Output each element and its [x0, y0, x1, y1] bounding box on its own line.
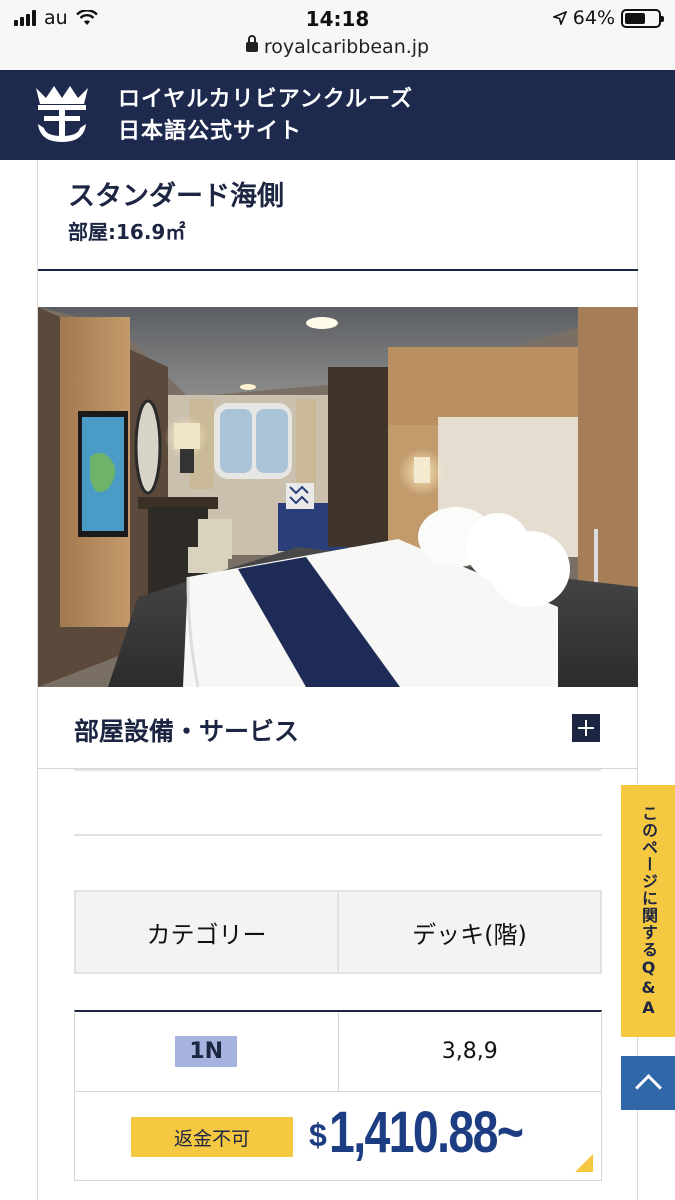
qa-side-tab[interactable]: このページに関するQ&A [621, 785, 675, 1037]
price-amount: 1,410.88~ [328, 1100, 524, 1165]
amenities-divider-shadow [74, 769, 601, 771]
price: $1,410.88~ [309, 1099, 570, 1166]
room-size: 部屋:16.9㎡ [68, 220, 186, 244]
url-bar[interactable]: royalcaribbean.jp [0, 34, 675, 58]
status-bar: au 14:18 64% royalcaribbean.jp [0, 0, 675, 70]
column-header-deck: デッキ(階) [337, 892, 600, 972]
amenities-heading[interactable]: 部屋設備・サービス [74, 712, 299, 748]
table-row: 1N 3,8,9 [74, 1010, 602, 1092]
column-header-category: カテゴリー [146, 920, 267, 949]
brand-name[interactable]: ロイヤルカリビアンクルーズ 日本語公式サイト [118, 84, 413, 148]
brand-line-2: 日本語公式サイト [118, 119, 303, 144]
site-header: ロイヤルカリビアンクルーズ 日本語公式サイト [0, 70, 675, 160]
price-currency: $ [309, 1117, 327, 1153]
title-divider [38, 269, 638, 271]
expand-plus-button[interactable] [572, 714, 600, 742]
stateroom-card: スタンダード海側 部屋:16.9㎡ 部屋設備・サービス カテゴリー デッキ(階)… [37, 160, 638, 1200]
section-divider [74, 834, 602, 836]
crown-anchor-logo[interactable] [30, 84, 94, 146]
url-text: royalcaribbean.jp [263, 36, 430, 58]
battery-icon [621, 8, 664, 28]
brand-line-1: ロイヤルカリビアンクルーズ [118, 87, 414, 112]
battery-fill [625, 12, 646, 24]
deck-cell: 3,8,9 [337, 1012, 602, 1091]
status-right: 64% [552, 7, 664, 29]
corner-triangle-icon [575, 1154, 593, 1172]
battery-percent: 64% [572, 7, 615, 29]
scroll-to-top-button[interactable] [621, 1056, 675, 1110]
stateroom-photo [38, 307, 638, 687]
category-badge: 1N [175, 1036, 238, 1067]
price-row[interactable]: 返金不可 $1,410.88~ [74, 1091, 602, 1181]
nonrefundable-badge: 返金不可 [131, 1117, 293, 1157]
lock-icon [245, 34, 258, 52]
spec-table-header: カテゴリー デッキ(階) [74, 890, 602, 974]
category-cell: 1N [75, 1012, 338, 1091]
room-title: スタンダード海側 [68, 181, 284, 212]
location-arrow-icon [552, 11, 567, 25]
